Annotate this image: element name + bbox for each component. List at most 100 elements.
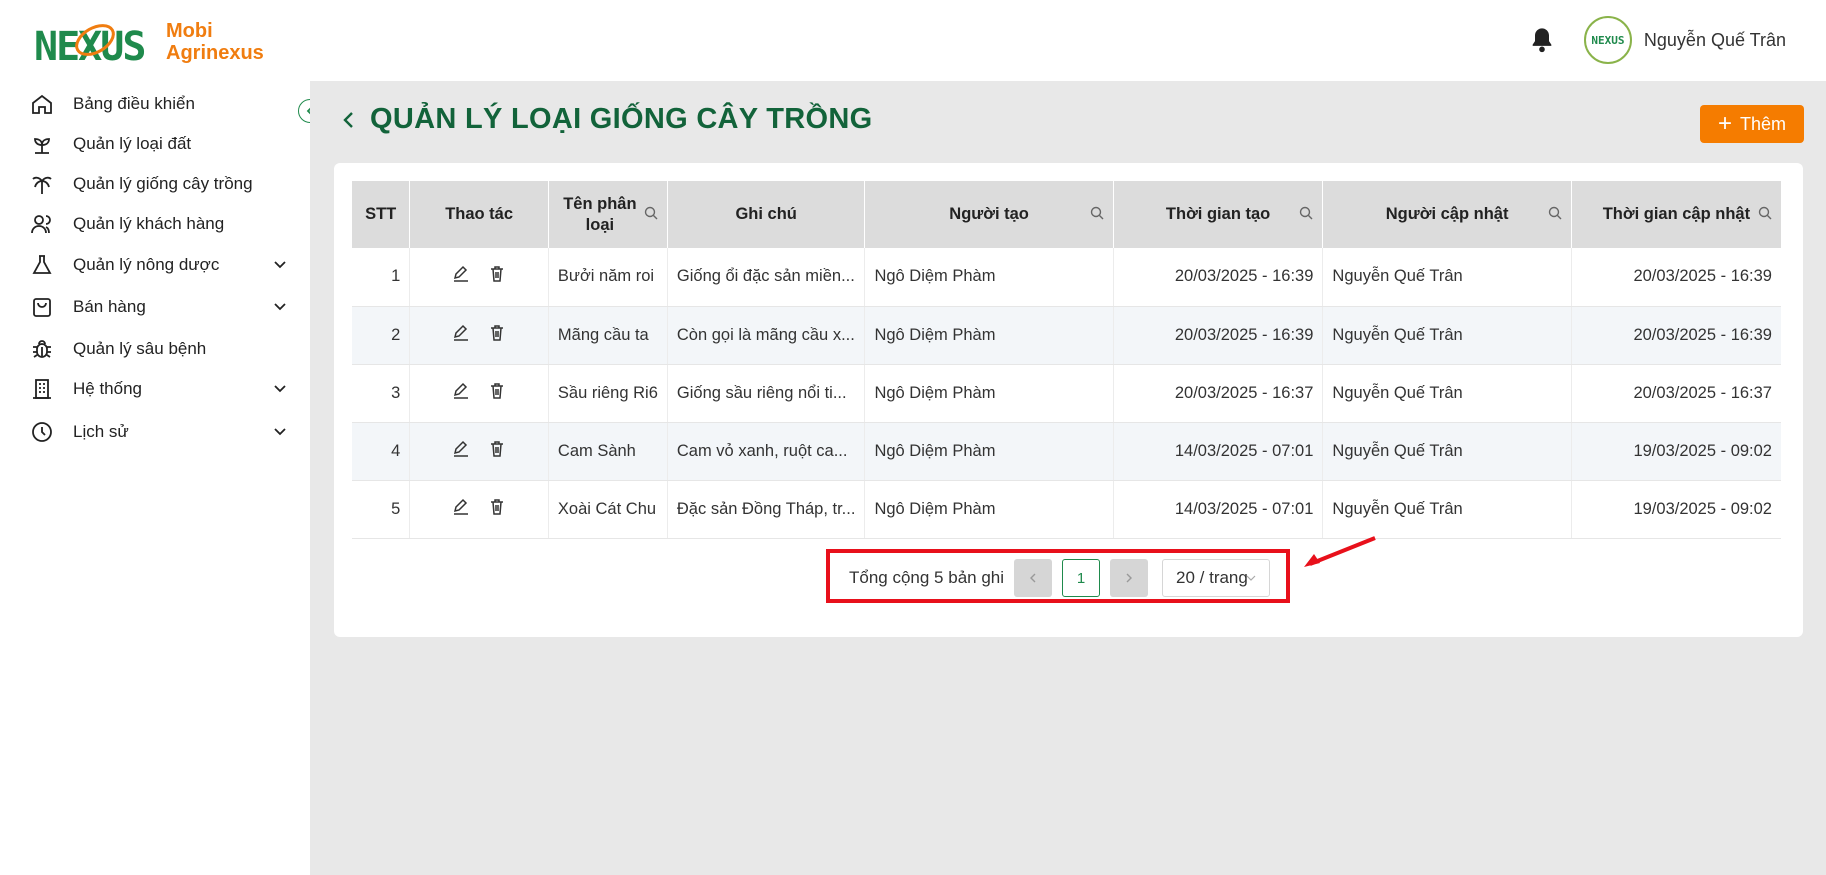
trash-icon[interactable] [488,265,506,283]
column-header-label: Người tạo [949,205,1029,223]
cell-note: Giống ổi đặc sản miền... [667,248,866,307]
pagination: Tổng cộng 5 bản ghi 1 20 / trang [849,559,1271,597]
chevron-left-icon[interactable] [338,109,360,131]
trash-icon[interactable] [488,324,506,342]
chevron-down-icon [274,385,286,393]
column-header-stt: STT [352,181,411,248]
cell-updated-time: 20/03/2025 - 16:37 [1571,364,1781,423]
page-number-button[interactable]: 1 [1062,559,1101,597]
cell-name: Sầu riêng Ri6 [548,364,668,423]
prev-page-button[interactable] [1014,559,1053,597]
flask-icon [28,251,56,279]
edit-icon[interactable] [452,265,470,283]
chevron-down-icon [1246,575,1256,581]
sidebar-item-customers[interactable]: Quản lý khách hàng [28,205,298,243]
top-header: NEXUS Mobi Agrinexus NEXUS Nguyễn Quế Tr… [0,0,1826,81]
column-header-updated-time[interactable]: Thời gian cập nhật [1571,181,1781,248]
column-header-label: Thời gian tạo [1165,205,1271,223]
sidebar-item-history[interactable]: Lịch sử [28,413,298,451]
table-row: 3 Sầu riêng Ri6 Giống sầu riêng nổi ti... N… [352,364,1781,423]
cell-creator: Ngô Diệm Phàm [864,422,1114,481]
edit-icon[interactable] [452,324,470,342]
sidebar-item-sales[interactable]: Bán hàng [28,288,298,326]
cell-creator: Ngô Diệm Phàm [864,248,1114,307]
sidebar-item-label: Lịch sử [73,422,129,441]
cell-updated-time: 19/03/2025 - 09:02 [1571,422,1781,481]
sidebar-item-label: Quản lý khách hàng [73,214,225,233]
edit-icon[interactable] [452,382,470,400]
bell-icon[interactable] [1528,26,1556,54]
sidebar: Bảng điều khiển Quản lý loại đất Quản lý… [0,81,310,875]
cell-creator: Ngô Diệm Phàm [864,306,1114,365]
sidebar-item-system[interactable]: Hệ thống [28,370,298,408]
table-header-row: STT Thao tác Tên phân loại Ghi chú Người… [352,181,1781,248]
sidebar-item-pests[interactable]: Quản lý sâu bệnh [28,330,298,368]
edit-icon[interactable] [452,440,470,458]
column-header-label: Người cập nhật [1385,205,1509,223]
page-size-select[interactable]: 20 / trang [1162,559,1271,597]
column-header-updater[interactable]: Người cập nhật [1322,181,1572,248]
search-icon[interactable] [1298,205,1314,221]
cell-name: Bưởi năm roi [548,248,668,307]
annotation-arrow-icon [1304,536,1376,567]
sidebar-item-label: Quản lý nông dược [73,255,220,274]
avatar-logo: NEXUS [1591,33,1625,47]
page-size-value: 20 / trang [1176,568,1248,587]
app-logo[interactable]: NEXUS Mobi Agrinexus [34,14,264,70]
palm-tree-icon [28,170,56,198]
brand-line-1: Mobi [166,20,213,42]
page-header: QUẢN LÝ LOẠI GIỐNG CÂY TRỒNG [338,103,873,136]
next-page-button[interactable] [1110,559,1149,597]
avatar[interactable]: NEXUS [1583,16,1632,64]
search-icon[interactable] [1757,205,1773,221]
brand-line-2: Agrinexus [166,42,264,64]
cell-created-time: 14/03/2025 - 07:01 [1113,480,1324,539]
sidebar-item-soil-types[interactable]: Quản lý loại đất [28,125,298,163]
chevron-down-icon [274,428,286,436]
search-icon[interactable] [1089,205,1105,221]
column-header-name[interactable]: Tên phân loại [548,181,668,248]
column-header-creator[interactable]: Người tạo [864,181,1114,248]
cell-creator: Ngô Diệm Phàm [864,364,1114,423]
trash-icon[interactable] [488,382,506,400]
cell-creator: Ngô Diệm Phàm [864,480,1114,539]
sidebar-item-label: Bán hàng [73,297,146,316]
header-user-area: NEXUS Nguyễn Quế Trân [1528,14,1786,66]
column-header-label: Thời gian cập nhật [1602,205,1751,223]
table-row: 1 Bưởi năm roi Giống ổi đặc sản miền... Ngô… [352,248,1781,307]
search-icon[interactable] [1547,205,1563,221]
column-header-note: Ghi chú [667,181,866,248]
chevron-down-icon [274,303,286,311]
clock-icon [28,418,56,446]
table-body: 1 Bưởi năm roi Giống ổi đặc sản miền... Ngô… [352,248,1781,539]
cell-note: Giống sầu riêng nổi ti... [667,364,866,423]
sidebar-item-label: Hệ thống [73,379,142,398]
cell-stt: 2 [352,306,411,365]
trash-icon[interactable] [488,440,506,458]
cell-updated-time: 20/03/2025 - 16:39 [1571,248,1781,307]
bug-icon [28,335,56,363]
sidebar-item-dashboard[interactable]: Bảng điều khiển [28,85,298,123]
sidebar-item-crop-varieties[interactable]: Quản lý giống cây trồng [28,165,298,203]
column-header-created-time[interactable]: Thời gian tạo [1113,181,1324,248]
search-icon[interactable] [643,205,659,221]
cell-updater: Nguyễn Quế Trân [1322,422,1572,481]
cell-note: Còn gọi là mãng cầu x... [667,306,866,365]
cell-stt: 1 [352,248,411,307]
cell-stt: 3 [352,364,411,423]
cell-name: Xoài Cát Chu [548,480,668,539]
trash-icon[interactable] [488,498,506,516]
username[interactable]: Nguyễn Quế Trân [1644,30,1786,51]
sidebar-item-pesticides[interactable]: Quản lý nông dược [28,246,298,284]
sidebar-item-label: Quản lý sâu bệnh [73,339,207,358]
cell-updater: Nguyễn Quế Trân [1322,248,1572,307]
cell-updated-time: 20/03/2025 - 16:39 [1571,306,1781,365]
table-row: 2 Mãng cầu ta Còn gọi là mãng cầu x... Ngô … [352,306,1781,365]
edit-icon[interactable] [452,498,470,516]
cell-name: Mãng cầu ta [548,306,668,365]
building-icon [28,375,56,403]
cell-updater: Nguyễn Quế Trân [1322,364,1572,423]
cell-created-time: 14/03/2025 - 07:01 [1113,422,1324,481]
add-button[interactable]: + Thêm [1700,105,1804,143]
column-header-label: Tên phân loại [563,194,637,234]
